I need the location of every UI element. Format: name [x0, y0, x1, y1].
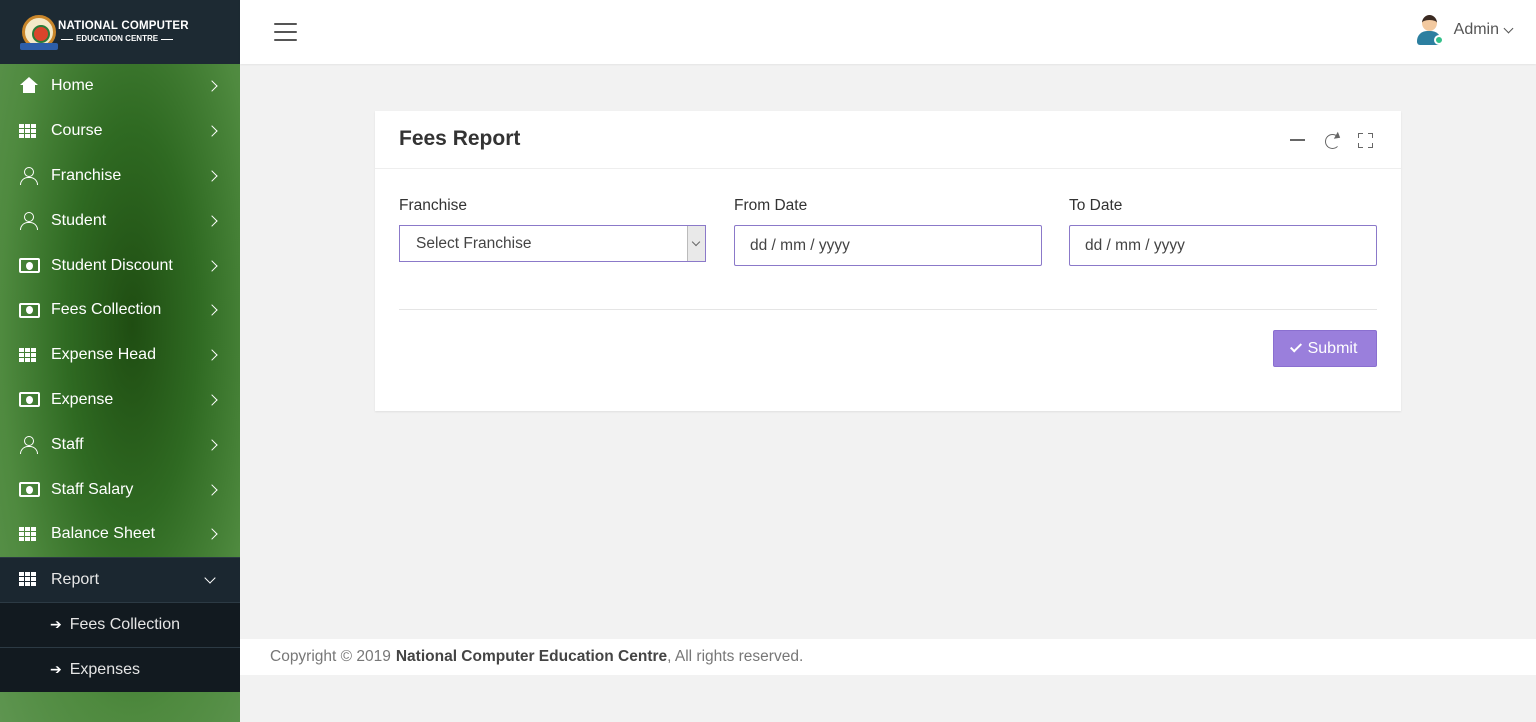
filter-form: Franchise Select Franchise From Date dd … — [399, 197, 1377, 266]
menu-toggle-icon[interactable] — [274, 23, 297, 41]
sidebar-item-staff[interactable]: Staff — [0, 422, 240, 467]
franchise-select[interactable]: Select Franchise — [399, 225, 706, 262]
refresh-icon[interactable] — [1325, 133, 1340, 149]
to-date-input[interactable]: dd / mm / yyyy — [1069, 225, 1377, 266]
divider — [399, 309, 1377, 310]
sidebar-item-label: Balance Sheet — [51, 525, 156, 543]
chevron-right-icon — [206, 215, 218, 227]
user-icon — [19, 166, 41, 186]
sidebar-item-report[interactable]: Report — [0, 556, 240, 602]
chevron-right-icon — [206, 528, 218, 541]
sidebar-item-label: Student — [51, 211, 107, 229]
user-icon — [19, 435, 41, 455]
submenu-item-expenses[interactable]: ➔ Expenses — [0, 646, 240, 692]
fees-report-card: Fees Report Franchise Select Franchise F… — [375, 111, 1401, 411]
home-icon — [19, 76, 41, 96]
brand-title: NATIONAL COMPUTER — [58, 19, 189, 32]
page-title: Fees Report — [399, 127, 521, 150]
sidebar-item-label: Home — [51, 77, 94, 95]
sidebar-item-staff-salary[interactable]: Staff Salary — [0, 467, 240, 512]
chevron-down-icon — [204, 571, 216, 584]
submenu-item-label: Fees Collection — [69, 615, 181, 633]
brand[interactable]: NATIONAL COMPUTER EDUCATION CENTRE — [0, 0, 240, 64]
chevron-right-icon — [206, 80, 218, 93]
sidebar-item-label: Report — [51, 570, 100, 588]
card-header: Fees Report — [375, 111, 1401, 169]
chevron-right-icon — [206, 125, 218, 137]
chevron-right-icon — [206, 304, 218, 317]
chevron-right-icon — [206, 259, 218, 272]
sidebar-item-label: Expense Head — [51, 346, 156, 364]
grid-icon — [19, 345, 41, 365]
submenu-item-fees-collection[interactable]: ➔ Fees Collection — [0, 601, 240, 647]
to-date-field: To Date dd / mm / yyyy — [1069, 197, 1377, 266]
arrow-right-icon: ➔ — [50, 616, 62, 633]
copyright-prefix: Copyright © 2019 — [270, 648, 391, 665]
sidebar-item-student-discount[interactable]: Student Discount — [0, 243, 240, 288]
chevron-right-icon — [206, 394, 218, 406]
from-date-label: From Date — [734, 197, 808, 214]
money-icon — [19, 300, 41, 320]
minimize-icon[interactable] — [1289, 131, 1307, 149]
user-icon — [19, 211, 41, 231]
sidebar-item-label: Staff — [51, 435, 84, 453]
money-icon — [19, 390, 41, 410]
arrow-right-icon: ➔ — [50, 661, 62, 678]
submit-button[interactable]: Submit — [1273, 330, 1377, 367]
copyright-suffix: , All rights reserved. — [667, 648, 804, 665]
sidebar-item-home[interactable]: Home — [0, 64, 240, 109]
grid-icon — [19, 524, 41, 544]
sidebar-item-label: Student Discount — [51, 256, 173, 274]
franchise-field: Franchise Select Franchise — [399, 197, 706, 266]
from-date-input[interactable]: dd / mm / yyyy — [734, 225, 1042, 266]
money-icon — [19, 256, 41, 276]
sidebar-item-expense-head[interactable]: Expense Head — [0, 333, 240, 378]
sidebar-item-label: Franchise — [51, 166, 122, 184]
sidebar-item-label: Expense — [51, 390, 114, 408]
footer: Copyright © 2019 National Computer Educa… — [240, 639, 1536, 675]
card-tools — [1289, 131, 1373, 149]
user-name: Admin — [1453, 21, 1499, 38]
sidebar-item-label: Fees Collection — [51, 301, 162, 319]
report-submenu: ➔ Fees Collection ➔ Expenses — [0, 601, 240, 692]
sidebar-item-label: Course — [51, 122, 103, 140]
user-menu[interactable]: Admin — [1414, 14, 1514, 46]
chevron-right-icon — [206, 170, 218, 182]
brand-subtitle: EDUCATION CENTRE — [58, 35, 189, 43]
sidebar-item-student[interactable]: Student — [0, 198, 240, 243]
check-icon — [1289, 340, 1302, 353]
from-date-field: From Date dd / mm / yyyy — [734, 197, 1042, 266]
submit-label: Submit — [1307, 339, 1358, 357]
money-icon — [19, 480, 41, 500]
sidebar-item-label: Staff Salary — [51, 480, 134, 498]
fullscreen-icon[interactable] — [1358, 132, 1373, 148]
franchise-selected-value: Select Franchise — [416, 234, 532, 252]
chevron-down-icon — [1503, 23, 1514, 33]
top-header: Admin — [240, 0, 1536, 64]
organization-name: National Computer Education Centre — [395, 648, 668, 665]
brand-text: NATIONAL COMPUTER EDUCATION CENTRE — [58, 19, 189, 44]
chevron-right-icon — [206, 483, 218, 496]
chevron-right-icon — [206, 349, 218, 361]
sidebar-menu: Home Course Franchise Student Student Di… — [0, 64, 240, 602]
grid-icon — [19, 570, 41, 590]
sidebar-item-fees-collection[interactable]: Fees Collection — [0, 288, 240, 333]
sidebar-item-expense[interactable]: Expense — [0, 378, 240, 423]
avatar — [1414, 14, 1444, 46]
logo-icon — [20, 15, 58, 50]
sidebar-item-balance-sheet[interactable]: Balance Sheet — [0, 512, 240, 557]
sidebar: NATIONAL COMPUTER EDUCATION CENTRE Home … — [0, 0, 240, 722]
chevron-down-icon — [687, 226, 705, 261]
franchise-label: Franchise — [399, 197, 468, 214]
to-date-label: To Date — [1069, 197, 1123, 214]
sidebar-item-franchise[interactable]: Franchise — [0, 154, 240, 199]
submenu-item-label: Expenses — [69, 660, 140, 678]
grid-icon — [19, 121, 41, 141]
sidebar-item-course[interactable]: Course — [0, 109, 240, 154]
chevron-right-icon — [206, 439, 218, 451]
